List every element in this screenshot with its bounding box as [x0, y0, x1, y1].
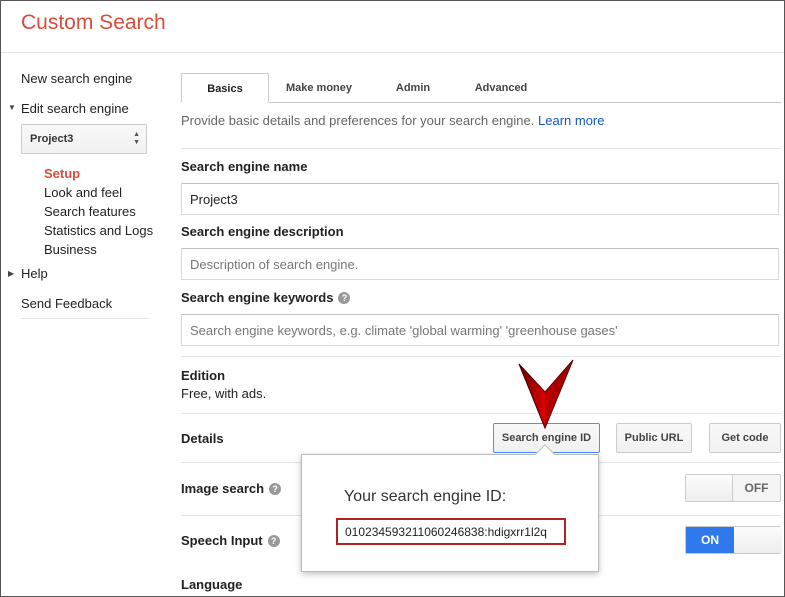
sidebar-item-statistics[interactable]: Statistics and Logs	[44, 223, 153, 238]
red-arrow-pointer-icon	[518, 359, 574, 430]
help-link[interactable]: Help	[21, 266, 48, 281]
app-header: Custom Search	[1, 1, 784, 53]
sidebar-item-search-features[interactable]: Search features	[44, 204, 136, 219]
speech-input-toggle[interactable]: ON	[685, 526, 782, 554]
description-label: Search engine description	[181, 224, 344, 239]
image-search-label-text: Image search	[181, 481, 265, 496]
search-engine-keywords-input[interactable]	[181, 314, 779, 346]
learn-more-link[interactable]: Learn more	[538, 113, 604, 128]
search-engine-description-input[interactable]	[181, 248, 779, 280]
edition-label: Edition	[181, 368, 226, 383]
public-url-button[interactable]: Public URL	[616, 423, 692, 453]
toggle-knob	[686, 475, 734, 501]
tab-basics[interactable]: Basics	[181, 73, 269, 103]
help-circle-icon[interactable]: ?	[269, 483, 282, 495]
app-title[interactable]: Custom Search	[21, 11, 166, 35]
search-engine-name-input[interactable]	[181, 183, 779, 215]
intro-description: Provide basic details and preferences fo…	[181, 113, 535, 128]
triangle-down-icon[interactable]: ▼	[8, 103, 16, 112]
triangle-right-icon[interactable]: ▶	[8, 269, 14, 278]
get-code-button[interactable]: Get code	[709, 423, 781, 453]
keywords-label: Search engine keywords?	[181, 290, 351, 305]
toggle-off-label: OFF	[732, 475, 780, 501]
sidebar-divider	[21, 318, 149, 319]
tab-advanced[interactable]: Advanced	[463, 73, 539, 103]
sort-arrows-icon: ▲ ▼	[133, 131, 140, 146]
sidebar-item-business[interactable]: Business	[44, 242, 97, 257]
divider	[181, 356, 781, 357]
sidebar-item-look-and-feel[interactable]: Look and feel	[44, 185, 122, 200]
tab-make-money[interactable]: Make money	[277, 73, 361, 103]
send-feedback-link[interactable]: Send Feedback	[21, 296, 112, 311]
new-search-engine-link[interactable]: New search engine	[21, 71, 132, 86]
speech-input-label-text: Speech Input	[181, 533, 263, 548]
divider	[181, 413, 781, 414]
edit-search-engine-link[interactable]: Edit search engine	[21, 101, 129, 116]
project-select-value: Project3	[30, 133, 74, 145]
sidebar-item-setup[interactable]: Setup	[44, 166, 80, 181]
engine-id-value[interactable]: 010234593211060246838:hdigxrr1l2q	[336, 518, 566, 545]
keywords-label-text: Search engine keywords	[181, 290, 334, 305]
details-label: Details	[181, 431, 224, 446]
tab-bar: Basics Make money Admin Advanced	[181, 73, 781, 103]
toggle-on-label: ON	[686, 527, 734, 553]
image-search-toggle[interactable]: OFF	[685, 474, 781, 502]
help-circle-icon[interactable]: ?	[338, 292, 351, 304]
tab-admin[interactable]: Admin	[381, 73, 445, 103]
popup-title: Your search engine ID:	[344, 488, 507, 505]
project-select[interactable]: Project3 ▲ ▼	[21, 124, 147, 154]
help-circle-icon[interactable]: ?	[267, 535, 280, 547]
speech-input-label: Speech Input?	[181, 533, 280, 548]
window: Custom Search New search engine ▼ Edit s…	[0, 0, 785, 597]
image-search-label: Image search?	[181, 481, 282, 496]
divider	[181, 148, 781, 149]
toggle-knob	[734, 527, 782, 553]
language-label: Language	[181, 577, 243, 592]
engine-id-popup: Your search engine ID: 01023459321106024…	[301, 444, 599, 572]
name-label: Search engine name	[181, 159, 308, 174]
intro-text: Provide basic details and preferences fo…	[181, 113, 604, 128]
edition-value: Free, with ads.	[181, 386, 267, 401]
